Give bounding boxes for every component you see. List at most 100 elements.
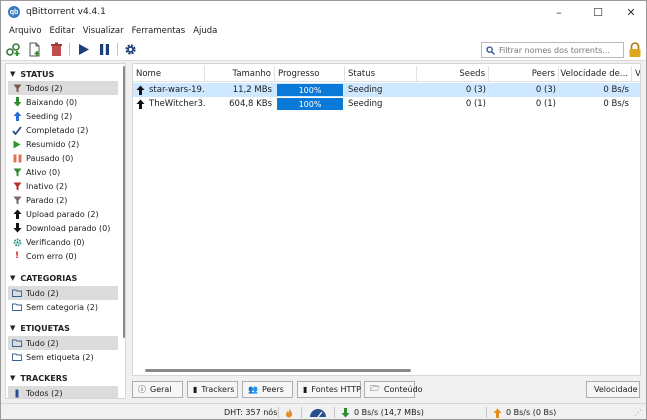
toolbar-separator [117, 43, 118, 56]
tab-conteudo[interactable]: 🗁 Conteúdo [364, 381, 423, 398]
torrent-seeds: 0 (3) [465, 85, 486, 95]
lock-button[interactable] [628, 41, 642, 58]
status-separator [301, 407, 302, 418]
app-window: qb qBittorrent v4.4.1 – ☐ ✕ Arquivo Edit… [0, 0, 647, 420]
tab-geral[interactable]: ⓘ Geral [132, 381, 183, 398]
gear-icon [125, 44, 136, 55]
filter-icon [12, 83, 22, 93]
status-filter-download-parado[interactable]: Download parado (0) [8, 221, 118, 235]
chevron-down-icon: ▼ [10, 274, 16, 282]
status-filter-resumido[interactable]: Resumido (2) [8, 137, 118, 151]
search-icon [486, 45, 495, 55]
menu-ajuda[interactable]: Ajuda [193, 26, 217, 36]
torrent-download-speed: 0 Bs/s [603, 85, 629, 95]
download-speed-status: 0 Bs/s (14,7 MBs) [341, 404, 424, 419]
folder-icon: 🗁 [370, 383, 380, 393]
qbittorrent-logo-icon: qb [8, 6, 20, 18]
resume-button[interactable] [75, 41, 92, 58]
pause-icon [100, 44, 109, 55]
tab-fontes-http[interactable]: ▮ Fontes HTTP [297, 381, 361, 398]
upload-speed-status: 0 Bs/s (0 Bs) [493, 404, 556, 419]
column-header-status[interactable]: Status [345, 66, 417, 82]
status-separator [486, 407, 487, 418]
speedometer-icon [310, 408, 326, 417]
table-header: Nome Tamanho Progresso Status Seeds Peer… [133, 66, 640, 82]
tab-trackers[interactable]: ▮ Trackers [187, 381, 238, 398]
categories-section-header[interactable]: ▼ CATEGORIAS [6, 271, 125, 285]
speed-graph-button[interactable]: Velocidade [586, 381, 640, 398]
torrent-peers: 0 (1) [535, 99, 556, 109]
menu-ferramentas[interactable]: Ferramentas [132, 26, 186, 36]
tag-filter-sem-etiqueta[interactable]: Sem etiqueta (2) [8, 350, 118, 364]
column-header-nome[interactable]: Nome [133, 66, 205, 82]
torrent-download-speed: 0 Bs/s [603, 99, 629, 109]
trackers-section-header[interactable]: ▼ TRACKERS [6, 371, 125, 385]
column-header-seeds[interactable]: Seeds [417, 66, 489, 82]
status-bar: DHT: 357 nós 0 Bs/s (14,7 MBs) 0 Bs/s (0… [1, 403, 646, 419]
play-icon [79, 44, 89, 55]
table-row[interactable]: TheWitcher3... 604,8 KBs 100% Seeding 0 … [133, 97, 640, 111]
tracker-icon: ▮ [193, 385, 198, 394]
chevron-down-icon: ▼ [10, 374, 16, 382]
torrent-seeds: 0 (1) [465, 99, 486, 109]
options-button[interactable] [122, 41, 139, 58]
seeding-arrow-icon [136, 99, 145, 109]
search-placeholder: Filtrar nomes dos torrents... [499, 45, 610, 55]
category-filter-sem-categoria[interactable]: Sem categoria (2) [8, 300, 118, 314]
torrent-status: Seeding [348, 85, 383, 95]
progress-bar: 100% [277, 84, 343, 96]
status-filter-seeding[interactable]: Seeding (2) [8, 109, 118, 123]
column-header-progresso[interactable]: Progresso [275, 66, 345, 82]
resize-grip-icon[interactable]: ⋰ [634, 404, 642, 419]
close-button[interactable]: ✕ [614, 1, 646, 23]
status-filter-com-erro[interactable]: ! Com erro (0) [8, 249, 118, 263]
download-arrow-icon [12, 97, 22, 107]
maximize-button[interactable]: ☐ [581, 1, 615, 23]
menu-arquivo[interactable]: Arquivo [9, 26, 42, 36]
progress-bar: 100% [277, 98, 343, 110]
column-header-velocidade-upload[interactable]: V [632, 66, 640, 82]
status-filter-baixando[interactable]: Baixando (0) [8, 95, 118, 109]
status-filter-parado[interactable]: Parado (2) [8, 193, 118, 207]
chevron-down-icon: ▼ [10, 324, 16, 332]
menu-visualizar[interactable]: Visualizar [83, 26, 124, 36]
tags-section-header[interactable]: ▼ ETIQUETAS [6, 321, 125, 335]
alt-speed-button[interactable] [309, 404, 327, 419]
minimize-button[interactable]: – [542, 1, 576, 23]
tracker-icon [12, 388, 22, 398]
column-header-peers[interactable]: Peers [489, 66, 559, 82]
status-filter-pausado[interactable]: Pausado (0) [8, 151, 118, 165]
tracker-filter-todos[interactable]: Todos (2) [8, 386, 118, 398]
delete-torrent-button[interactable] [48, 41, 65, 58]
status-filter-todos[interactable]: Todos (2) [8, 81, 118, 95]
torrent-list: Nome Tamanho Progresso Status Seeds Peer… [132, 63, 641, 376]
exclamation-icon: ! [14, 251, 20, 261]
toolbar: Filtrar nomes dos torrents... [1, 38, 646, 61]
sidebar-scrollbar[interactable] [123, 66, 125, 338]
torrent-peers: 0 (3) [535, 85, 556, 95]
status-filter-completado[interactable]: Completado (2) [8, 123, 118, 137]
add-torrent-file-button[interactable] [26, 41, 43, 58]
tag-filter-tudo[interactable]: Tudo (2) [8, 336, 118, 350]
add-torrent-link-button[interactable] [5, 41, 22, 58]
table-row[interactable]: star-wars-19... 11,2 MBs 100% Seeding 0 … [133, 83, 640, 97]
tab-peers[interactable]: 👥 Peers [242, 381, 293, 398]
column-header-tamanho[interactable]: Tamanho [205, 66, 275, 82]
column-header-velocidade-download[interactable]: Velocidade de... [559, 66, 632, 82]
filter-icon [12, 181, 22, 191]
status-section-header[interactable]: ▼ STATUS [6, 67, 125, 81]
status-filter-verificando[interactable]: Verificando (0) [8, 235, 118, 249]
status-filter-inativo[interactable]: Inativo (2) [8, 179, 118, 193]
status-filter-ativo[interactable]: Ativo (0) [8, 165, 118, 179]
filter-icon [12, 195, 22, 205]
folder-icon [12, 338, 22, 348]
connection-status-button[interactable] [285, 404, 293, 419]
menu-editar[interactable]: Editar [50, 26, 75, 36]
status-filter-upload-parado[interactable]: Upload parado (2) [8, 207, 118, 221]
category-filter-tudo[interactable]: Tudo (2) [8, 286, 118, 300]
torrent-size: 604,8 KBs [229, 99, 272, 109]
horizontal-scrollbar[interactable] [145, 369, 411, 372]
search-field[interactable]: Filtrar nomes dos torrents... [481, 42, 624, 58]
pause-button[interactable] [96, 41, 113, 58]
torrent-name-cell: star-wars-19... [133, 83, 205, 97]
